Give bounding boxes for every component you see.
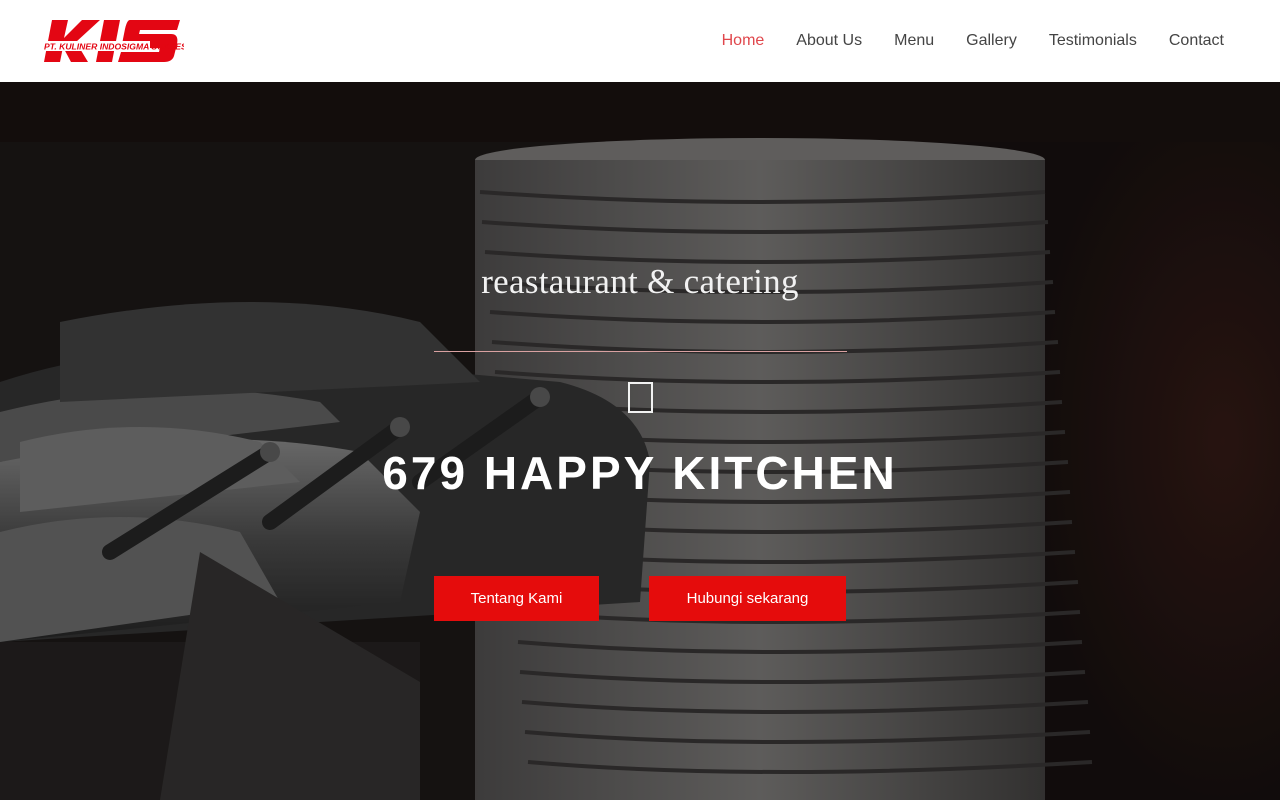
hero-tagline: reastaurant & catering	[481, 262, 799, 301]
square-outline-icon	[628, 382, 653, 413]
main-nav: Home About Us Menu Gallery Testimonials …	[722, 0, 1224, 82]
nav-contact[interactable]: Contact	[1169, 32, 1224, 50]
nav-gallery[interactable]: Gallery	[966, 32, 1017, 50]
hero-divider	[434, 351, 847, 352]
site-header: PT. KULINER INDOSIGMA SUKSES Home About …	[0, 0, 1280, 82]
logo-subtext: PT. KULINER INDOSIGMA SUKSES	[44, 42, 184, 52]
nav-about-us[interactable]: About Us	[796, 32, 862, 50]
about-us-button[interactable]: Tentang Kami	[434, 576, 599, 621]
nav-menu[interactable]: Menu	[894, 32, 934, 50]
hero-dark-overlay	[0, 82, 1280, 800]
kis-logo[interactable]: PT. KULINER INDOSIGMA SUKSES	[38, 16, 184, 66]
hero-section: reastaurant & catering 679 HAPPY KITCHEN…	[0, 82, 1280, 800]
nav-home[interactable]: Home	[722, 32, 765, 50]
contact-now-button[interactable]: Hubungi sekarang	[649, 576, 846, 621]
nav-testimonials[interactable]: Testimonials	[1049, 32, 1137, 50]
hero-title: 679 HAPPY KITCHEN	[382, 447, 898, 499]
